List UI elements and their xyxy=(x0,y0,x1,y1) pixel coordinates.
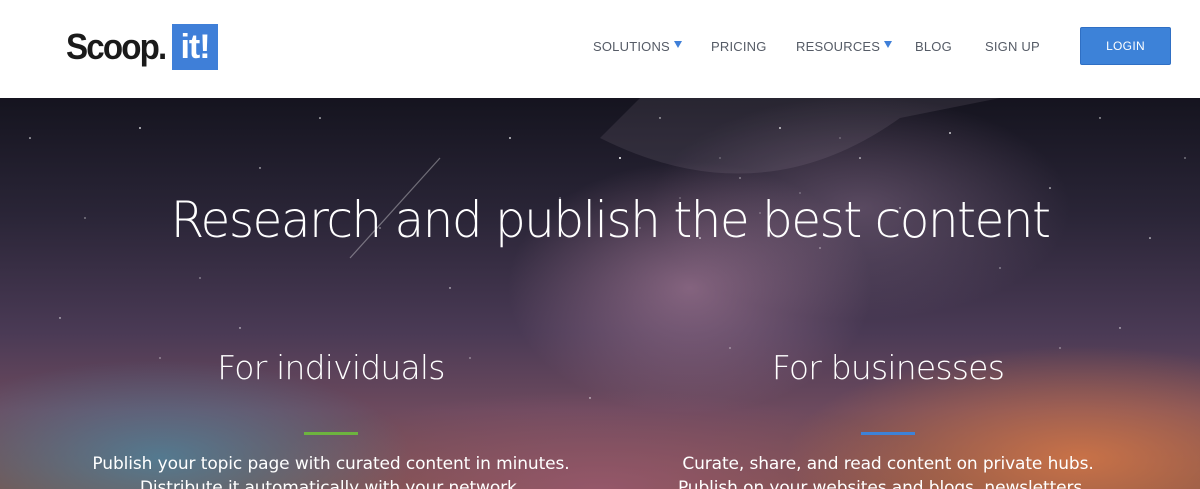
caret-down-icon xyxy=(884,40,893,48)
nav-solutions[interactable]: SOLUTIONS xyxy=(593,37,682,55)
businesses-accent-rule xyxy=(861,432,915,435)
nav-resources[interactable]: RESOURCES xyxy=(796,37,893,55)
individuals-line-2: Distribute it automatically with your ne… xyxy=(139,478,523,489)
nav-pricing-label: PRICING xyxy=(711,38,767,54)
hero-banner: Research and publish the best content Fo… xyxy=(0,98,1200,489)
scoopit-logo[interactable]: Scoop. it! xyxy=(66,24,219,70)
individuals-line-1: Publish your topic page with curated con… xyxy=(92,454,570,474)
businesses-line-2: Publish on your websites and blogs, news… xyxy=(677,478,1099,489)
individuals-accent-rule xyxy=(304,432,358,435)
nav-signup-label: SIGN UP xyxy=(985,38,1040,54)
nav-blog[interactable]: BLOG xyxy=(915,37,952,55)
hero-title: Research and publish the best content xyxy=(170,191,1051,249)
site-header: Scoop. it! SOLUTIONS PRICING RESOURCES B… xyxy=(0,0,1200,98)
logo-wordmark: Scoop. xyxy=(66,26,167,67)
individuals-description: Publish your topic page with curated con… xyxy=(61,452,601,489)
login-button[interactable]: LOGIN xyxy=(1080,27,1171,65)
nav-resources-label: RESOURCES xyxy=(796,38,881,54)
individuals-heading: For individuals xyxy=(217,348,445,387)
businesses-heading: For businesses xyxy=(771,348,1005,387)
nav-solutions-label: SOLUTIONS xyxy=(593,38,670,54)
businesses-description: Curate, share, and read content on priva… xyxy=(618,452,1158,489)
nav-blog-label: BLOG xyxy=(915,38,952,54)
starfield-background xyxy=(29,98,1186,399)
businesses-line-1: Curate, share, and read content on priva… xyxy=(682,454,1094,474)
nav-pricing[interactable]: PRICING xyxy=(711,37,767,55)
logo-badge: it! xyxy=(172,24,219,70)
caret-down-icon xyxy=(673,40,682,48)
nav-signup[interactable]: SIGN UP xyxy=(985,37,1040,55)
